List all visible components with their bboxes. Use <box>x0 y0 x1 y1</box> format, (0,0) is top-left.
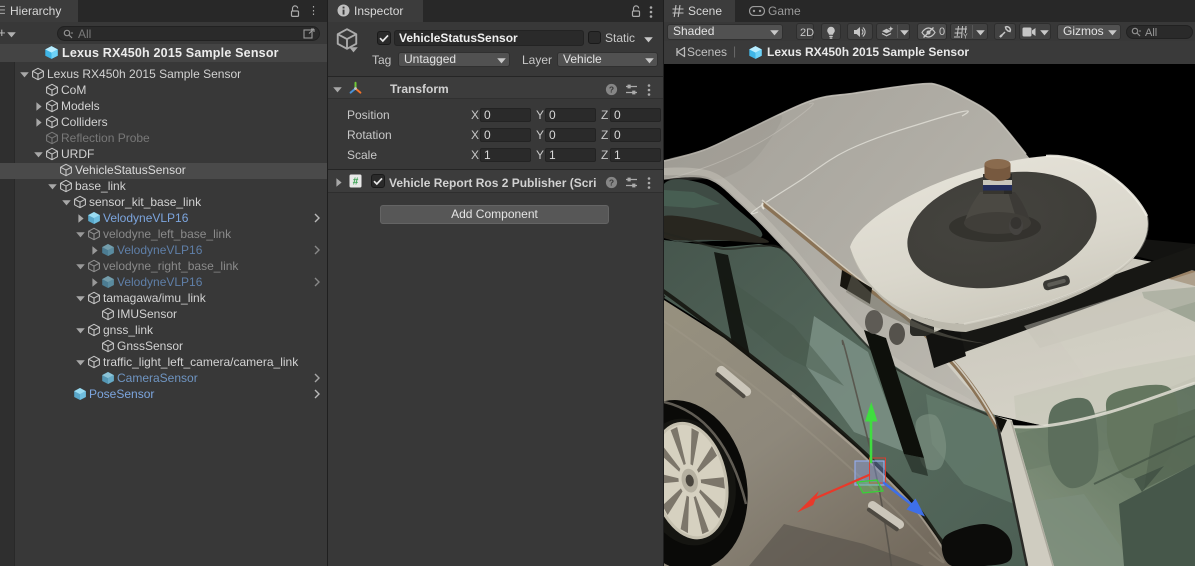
svg-text:?: ? <box>609 84 614 94</box>
svg-text:#: # <box>353 177 359 188</box>
svg-text:?: ? <box>609 177 614 187</box>
svg-text:Y: Y <box>963 34 968 40</box>
